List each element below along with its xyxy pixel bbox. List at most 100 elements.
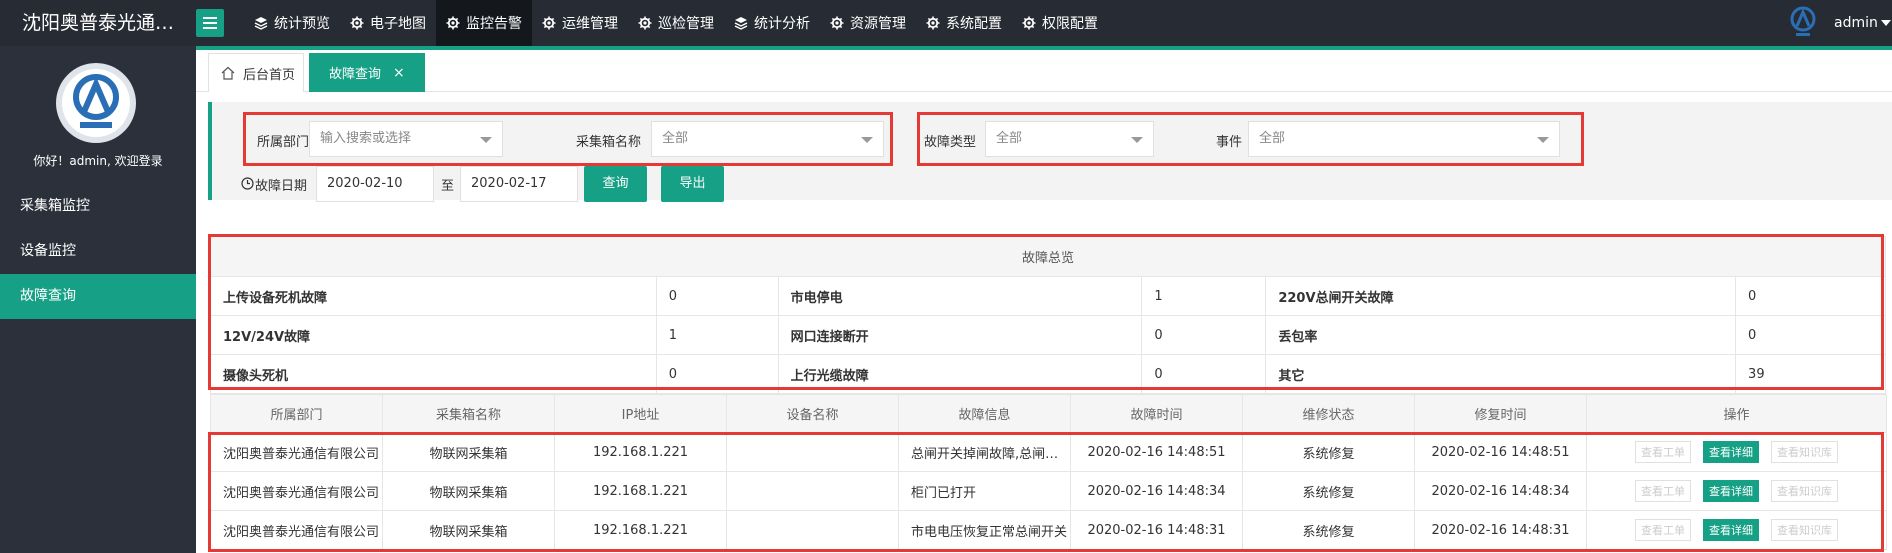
summary-row: 12V/24V故障 1 网口连接断开 0 丢包率 0 bbox=[210, 315, 1886, 355]
nav-item-1[interactable]: 电子地图 bbox=[340, 0, 436, 46]
summary-key: 摄像头死机 bbox=[210, 354, 657, 394]
column-header: 故障信息 bbox=[898, 394, 1071, 433]
box-value: 全部 bbox=[662, 131, 689, 146]
nav-item-label: 统计预览 bbox=[274, 16, 330, 32]
top-bar: 沈阳奥普泰光通… 统计预览 电子地图 监控告警 运维管理 巡检管理 统计分析 资源管理 系统配… bbox=[0, 0, 1892, 46]
menu-toggle-button[interactable] bbox=[196, 9, 224, 37]
chevron-down-icon[interactable] bbox=[1881, 20, 1891, 26]
fault-type-select[interactable]: 全部 bbox=[985, 121, 1154, 157]
view-ticket-button[interactable]: 查看工单 bbox=[1635, 519, 1691, 541]
sidebar: 你好！admin, 欢迎登录 采集箱监控 设备监控 故障查询 bbox=[0, 46, 196, 553]
column-header: 维修状态 bbox=[1242, 394, 1415, 433]
cell-dept: 沈阳奥普泰光通信有限公司 bbox=[210, 432, 383, 472]
view-detail-button[interactable]: 查看详细 bbox=[1703, 441, 1759, 463]
sidebar-item-device-monitor[interactable]: 设备监控 bbox=[0, 229, 196, 274]
cell-device bbox=[726, 510, 899, 550]
nav-item-label: 监控告警 bbox=[466, 16, 522, 32]
nav-item-8[interactable]: 权限配置 bbox=[1012, 0, 1108, 46]
cell-dept: 沈阳奥普泰光通信有限公司 bbox=[210, 510, 383, 550]
nav-item-label: 权限配置 bbox=[1042, 16, 1098, 32]
chevron-down-icon bbox=[1537, 137, 1549, 143]
cell-status: 系统修复 bbox=[1242, 471, 1415, 511]
column-header: 修复时间 bbox=[1414, 394, 1587, 433]
cell-fixed: 2020-02-16 14:48:34 bbox=[1414, 471, 1587, 511]
layers-icon bbox=[254, 16, 274, 30]
dept-select[interactable]: 输入搜索或选择 bbox=[309, 121, 503, 157]
tab-home-label: 后台首页 bbox=[243, 67, 296, 83]
chevron-down-icon bbox=[1131, 137, 1143, 143]
sidebar-item-box-monitor[interactable]: 采集箱监控 bbox=[0, 184, 196, 229]
nav-item-7[interactable]: 系统配置 bbox=[916, 0, 1012, 46]
summary-row: 上传设备死机故障 0 市电停电 1 220V总闸开关故障 0 bbox=[210, 276, 1886, 316]
table-row: 沈阳奥普泰光通信有限公司 物联网采集箱 192.168.1.221 柜门已打开 2020… bbox=[210, 471, 1887, 511]
gear-icon bbox=[350, 16, 370, 30]
tab-bar: 后台首页 故障查询 × bbox=[196, 50, 1892, 92]
summary-key: 市电停电 bbox=[777, 276, 1143, 316]
summary-value: 1 bbox=[655, 315, 779, 355]
sidebar-item-fault-query[interactable]: 故障查询 bbox=[0, 274, 196, 319]
summary-key: 其它 bbox=[1265, 354, 1737, 394]
fault-type-label: 故障类型 bbox=[924, 135, 977, 150]
cell-time: 2020-02-16 14:48:51 bbox=[1070, 432, 1243, 472]
tab-fault-query[interactable]: 故障查询 × bbox=[309, 53, 425, 92]
nav-item-2[interactable]: 监控告警 bbox=[436, 0, 532, 46]
cell-status: 系统修复 bbox=[1242, 432, 1415, 472]
user-menu[interactable]: admin bbox=[1834, 0, 1878, 46]
date-from-input[interactable]: 2020-02-10 bbox=[316, 166, 434, 202]
date-separator: 至 bbox=[441, 179, 455, 194]
nav-item-label: 运维管理 bbox=[562, 16, 618, 32]
dept-placeholder: 输入搜索或选择 bbox=[320, 131, 412, 146]
query-button[interactable]: 查询 bbox=[584, 166, 647, 202]
gear-icon bbox=[638, 16, 658, 30]
avatar bbox=[56, 63, 136, 143]
view-ticket-button[interactable]: 查看工单 bbox=[1635, 441, 1691, 463]
fault-type-value: 全部 bbox=[996, 131, 1023, 146]
cell-device bbox=[726, 471, 899, 511]
summary-value: 0 bbox=[1141, 354, 1267, 394]
nav-item-5[interactable]: 统计分析 bbox=[724, 0, 820, 46]
welcome-text: 你好！admin, 欢迎登录 bbox=[33, 154, 163, 168]
view-detail-button[interactable]: 查看详细 bbox=[1703, 519, 1759, 541]
cell-device bbox=[726, 432, 899, 472]
cell-box: 物联网采集箱 bbox=[382, 510, 555, 550]
summary-key: 220V总闸开关故障 bbox=[1265, 276, 1737, 316]
view-kb-button[interactable]: 查看知识库 bbox=[1771, 441, 1838, 463]
clock-icon bbox=[241, 177, 254, 190]
main-nav: 统计预览 电子地图 监控告警 运维管理 巡检管理 统计分析 资源管理 系统配置 权限配置 bbox=[244, 0, 1108, 46]
export-button[interactable]: 导出 bbox=[661, 166, 724, 202]
cell-ip: 192.168.1.221 bbox=[554, 471, 727, 511]
nav-item-6[interactable]: 资源管理 bbox=[820, 0, 916, 46]
summary-value: 1 bbox=[1141, 276, 1267, 316]
view-ticket-button[interactable]: 查看工单 bbox=[1635, 480, 1691, 502]
date-label: 故障日期 bbox=[255, 179, 308, 194]
view-kb-button[interactable]: 查看知识库 bbox=[1771, 519, 1838, 541]
gear-icon bbox=[1022, 16, 1042, 30]
close-icon[interactable]: × bbox=[393, 65, 405, 81]
cell-dept: 沈阳奥普泰光通信有限公司 bbox=[210, 471, 383, 511]
view-kb-button[interactable]: 查看知识库 bbox=[1771, 480, 1838, 502]
box-select[interactable]: 全部 bbox=[651, 121, 884, 157]
tab-home[interactable]: 后台首页 bbox=[208, 53, 304, 92]
summary-value: 0 bbox=[1735, 315, 1886, 355]
event-value: 全部 bbox=[1259, 131, 1286, 146]
nav-item-label: 统计分析 bbox=[754, 16, 810, 32]
nav-item-0[interactable]: 统计预览 bbox=[244, 0, 340, 46]
tab-fault-query-label: 故障查询 bbox=[329, 67, 382, 82]
date-to-input[interactable]: 2020-02-17 bbox=[460, 166, 578, 202]
cell-ops: 查看工单 查看详细 查看知识库 bbox=[1586, 471, 1887, 511]
event-select[interactable]: 全部 bbox=[1248, 121, 1560, 157]
cell-ops: 查看工单 查看详细 查看知识库 bbox=[1586, 432, 1887, 472]
nav-item-4[interactable]: 巡检管理 bbox=[628, 0, 724, 46]
cell-info: 柜门已打开 bbox=[898, 471, 1071, 511]
summary-title: 故障总览 bbox=[210, 236, 1886, 277]
home-icon bbox=[221, 66, 235, 80]
summary-key: 丢包率 bbox=[1265, 315, 1737, 355]
nav-item-label: 巡检管理 bbox=[658, 16, 714, 32]
column-header: 采集箱名称 bbox=[382, 394, 555, 433]
fault-records-table: 所属部门 采集箱名称 IP地址 设备名称 故障信息 故障时间 维修状态 修复时间 操作 沈阳奥普… bbox=[210, 394, 1887, 550]
gear-icon bbox=[830, 16, 850, 30]
summary-value: 0 bbox=[1141, 315, 1267, 355]
view-detail-button[interactable]: 查看详细 bbox=[1703, 480, 1759, 502]
nav-item-3[interactable]: 运维管理 bbox=[532, 0, 628, 46]
cell-fixed: 2020-02-16 14:48:51 bbox=[1414, 432, 1587, 472]
